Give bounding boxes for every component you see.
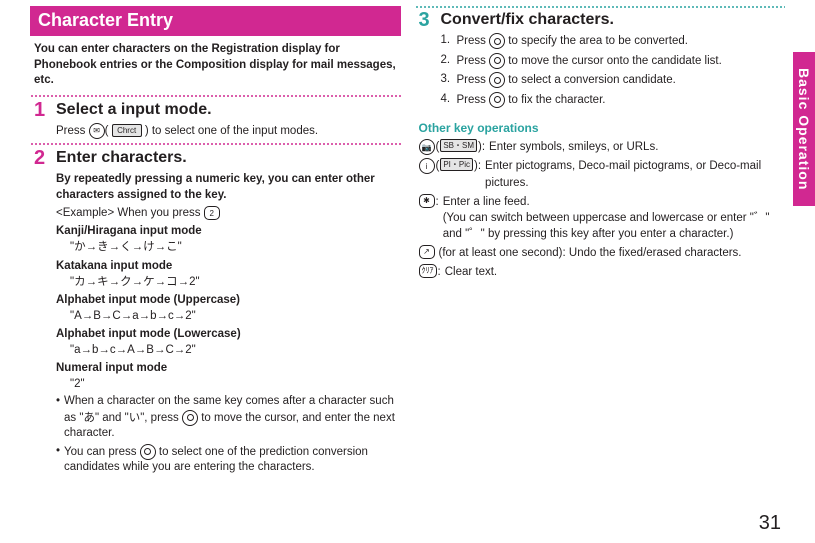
bullet-2: • You can press to select one of the pre…: [56, 444, 397, 476]
mode-title: Numeral input mode: [56, 360, 397, 376]
substep-num: 4.: [441, 92, 453, 109]
substep-2: 2. Press to move the cursor onto the can…: [441, 53, 782, 70]
step-2-intro: By repeatedly pressing a numeric key, yo…: [56, 171, 397, 203]
nav-key-icon: [489, 33, 505, 49]
pi-pic-softkey: PI・Pic: [440, 158, 473, 171]
keyop-2: i(PI・Pic): Enter pictograms, Deco-mail p…: [415, 158, 786, 190]
star-key-icon: ✱: [419, 194, 435, 208]
nav-key-icon: [140, 444, 156, 460]
text: Press: [457, 74, 490, 86]
divider: [30, 95, 401, 97]
text: Press: [457, 35, 490, 47]
divider: [30, 143, 401, 145]
text: You can press: [64, 446, 140, 458]
mode-title: Katakana input mode: [56, 258, 397, 274]
other-key-ops-heading: Other key operations: [419, 121, 786, 135]
camera-key-icon: 📷: [419, 139, 435, 155]
mode-title: Alphabet input mode (Uppercase): [56, 292, 397, 308]
mode-sequence: "カ→キ→ク→ケ→コ→2": [70, 274, 397, 290]
page-number: 31: [759, 512, 781, 535]
keyop-3: ✱: Enter a line feed. (You can switch be…: [415, 194, 786, 242]
text: Press: [56, 125, 89, 137]
bullet-1: • When a character on the same key comes…: [56, 394, 397, 442]
keyop-4: ↗ (for at least one second): Undo the fi…: [415, 245, 786, 261]
divider: [415, 6, 786, 8]
step-title: Select a input mode.: [56, 100, 397, 119]
mode-title: Kanji/Hiragana input mode: [56, 223, 397, 239]
right-column: 3 Convert/fix characters. 1. Press to sp…: [409, 6, 786, 533]
step-number: 2: [34, 148, 48, 476]
substep-num: 3.: [441, 72, 453, 89]
text: to move the cursor onto the candidate li…: [508, 55, 722, 67]
bullet-dot-icon: •: [56, 444, 60, 476]
left-column: Character Entry You can enter characters…: [30, 6, 401, 533]
side-tab: Basic Operation: [793, 52, 815, 206]
substep-num: 1.: [441, 33, 453, 50]
text: to select a conversion candidate.: [508, 74, 676, 86]
call-key-icon: ↗: [419, 245, 435, 259]
mail-key-icon: ✉: [89, 123, 105, 139]
step-2: 2 Enter characters. By repeatedly pressi…: [30, 148, 401, 476]
mode-sequence: "か→き→く→け→こ": [70, 239, 397, 255]
step-number: 1: [34, 100, 48, 139]
step-number: 3: [419, 10, 433, 111]
text: Enter symbols, smileys, or URLs.: [489, 139, 781, 155]
clear-key-icon: ｸﾘｱ: [419, 264, 437, 278]
step-title: Enter characters.: [56, 148, 397, 167]
text: Press: [457, 94, 490, 106]
mode-sequence: "A→B→C→a→b→c→2": [70, 308, 397, 324]
substep-3: 3. Press to select a conversion candidat…: [441, 72, 782, 89]
text: Clear text.: [445, 264, 781, 280]
step-title: Convert/fix characters.: [441, 10, 782, 29]
step-1-body: Press ✉( Chrct ) to select one of the in…: [56, 123, 397, 139]
nav-key-icon: [182, 410, 198, 426]
section-header: Character Entry: [30, 6, 401, 36]
key-2: 2: [204, 206, 220, 220]
mode-sequence: "a→b→c→A→B→C→2": [70, 342, 397, 358]
text: to specify the area to be converted.: [508, 35, 688, 47]
nav-key-icon: [489, 92, 505, 108]
step-3: 3 Convert/fix characters. 1. Press to sp…: [415, 10, 786, 111]
text: <Example> When you press: [56, 207, 204, 219]
text: Enter pictograms, Deco-mail pictograms, …: [485, 160, 761, 188]
text: to fix the character.: [508, 94, 605, 106]
lead-text: You can enter characters on the Registra…: [30, 42, 401, 89]
nav-key-icon: [489, 53, 505, 69]
keyop-5: ｸﾘｱ: Clear text.: [415, 264, 786, 280]
sb-sm-softkey: SB・SM: [440, 139, 477, 152]
text: Press: [457, 55, 490, 67]
step-1: 1 Select a input mode. Press ✉( Chrct ) …: [30, 100, 401, 139]
substep-4: 4. Press to fix the character.: [441, 92, 782, 109]
i-key-icon: i: [419, 158, 435, 174]
example-line: <Example> When you press 2: [56, 205, 397, 221]
text: ) to select one of the input modes.: [145, 125, 318, 137]
chrct-softkey: Chrct: [112, 124, 142, 137]
substep-num: 2.: [441, 53, 453, 70]
keyop-1: 📷(SB・SM): Enter symbols, smileys, or URL…: [415, 139, 786, 155]
text: (for at least one second): Undo the fixe…: [439, 245, 782, 261]
mode-sequence: "2": [70, 376, 397, 392]
mode-title: Alphabet input mode (Lowercase): [56, 326, 397, 342]
text: Enter a line feed.: [443, 196, 530, 208]
bullet-dot-icon: •: [56, 394, 60, 442]
substep-1: 1. Press to specify the area to be conve…: [441, 33, 782, 50]
nav-key-icon: [489, 72, 505, 88]
text: (You can switch between uppercase and lo…: [443, 212, 770, 240]
